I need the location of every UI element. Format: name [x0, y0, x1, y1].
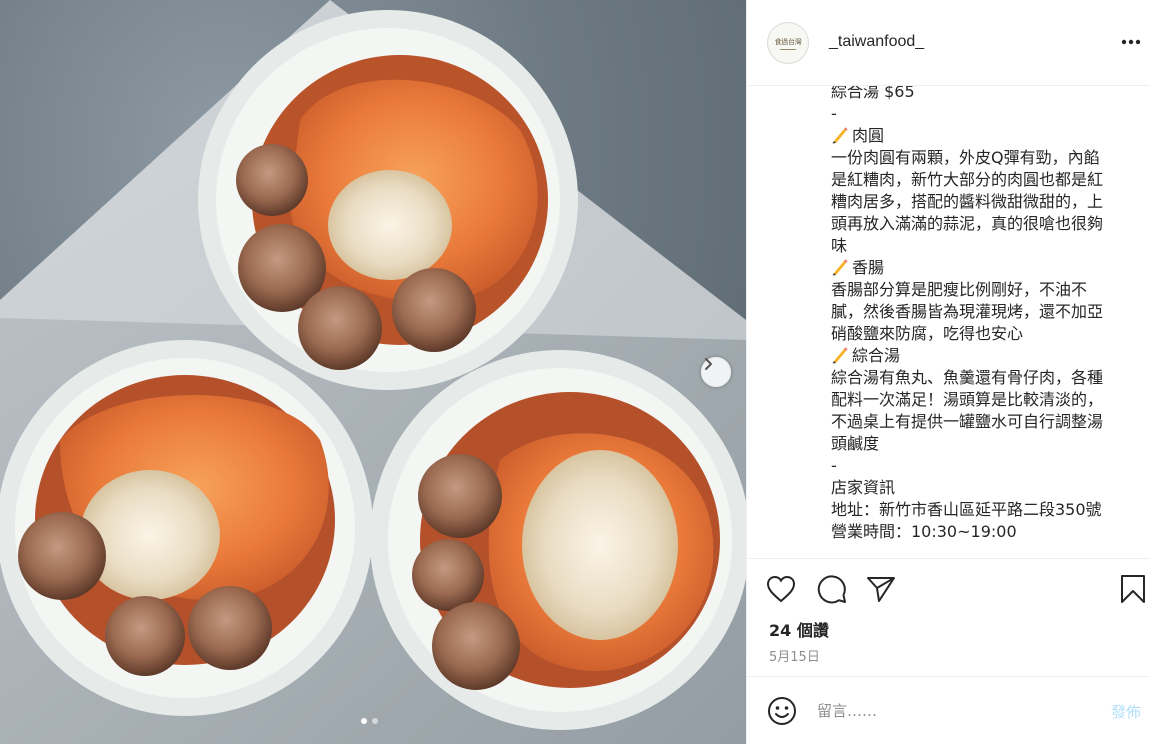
caption-line-text: 綜合湯有魚丸、魚羹還有骨仔肉，各種 — [831, 368, 1104, 387]
caption-line: 配料一次滿足！湯頭算是比較清淡的， — [831, 389, 1127, 411]
post-header: 食過台灣 _taiwanfood_ — [747, 0, 1150, 86]
caption-line: 味 — [831, 235, 1127, 257]
comment-divider — [747, 676, 1150, 677]
caption-line: 頭鹹度 — [831, 433, 1127, 455]
caption-line-text: 香腸 — [852, 258, 885, 277]
pencil-icon — [832, 259, 848, 276]
bowl-right — [370, 350, 746, 730]
caption-line-text: 一份肉圓有兩顆，外皮Q彈有勁，內餡 — [831, 148, 1100, 167]
caption-line: 硝酸鹽來防腐，吃得也安心 — [831, 323, 1127, 345]
caption-line-text: 糟肉居多，搭配的醬料微甜微甜的，上 — [831, 192, 1104, 211]
caption-line: 香腸部分算是肥瘦比例剛好，不油不 — [831, 279, 1127, 301]
caption-line-text: 綜合湯 — [852, 346, 901, 365]
caption-line-text: 配料一次滿足！湯頭算是比較清淡的， — [831, 390, 1104, 409]
caption-line: 糟肉居多，搭配的醬料微甜微甜的，上 — [831, 191, 1127, 213]
emoji-icon — [768, 697, 796, 725]
caption-line-text: 硝酸鹽來防腐，吃得也安心 — [831, 324, 1024, 343]
caption-line-text: 地址：新竹市香山區延平路二段350號 — [831, 500, 1102, 519]
ellipsis-icon — [1121, 39, 1141, 45]
caption-line-text: 肉圓 — [852, 126, 885, 145]
post-side-panel: 食過台灣 _taiwanfood_ 綜合湯 $65- 肉圓 一份肉圓有兩顆，外皮Q彈… — [746, 0, 1150, 744]
actions-divider — [747, 558, 1150, 559]
carousel-indicator — [361, 718, 378, 724]
bookmark-icon — [1121, 575, 1145, 603]
caption-line-text: - — [831, 104, 837, 123]
caption-line: 頭再放入滿滿的蒜泥，真的很嗆也很夠 — [831, 213, 1127, 235]
carousel-next-button[interactable] — [701, 357, 731, 387]
caption-line: 肉圓 — [831, 125, 1127, 147]
caption-line-text: 頭鹹度 — [831, 434, 880, 453]
caption-line-text: 是紅糟肉，新竹大部分的肉圓也都是紅 — [831, 170, 1104, 189]
save-button[interactable] — [1117, 572, 1149, 606]
carousel-dot — [372, 718, 378, 724]
heart-icon — [766, 575, 796, 603]
caption-line: 綜合湯 — [831, 345, 1127, 367]
caption-line-text: 頭再放入滿滿的蒜泥，真的很嗆也很夠 — [831, 214, 1104, 233]
bowl-top — [198, 10, 578, 390]
caption-line: 是紅糟肉，新竹大部分的肉圓也都是紅 — [831, 169, 1127, 191]
post-comment-button[interactable]: 發佈 — [1111, 701, 1141, 722]
chevron-right-icon — [705, 358, 712, 370]
comment-icon — [817, 575, 846, 604]
bowl-left — [0, 340, 373, 716]
more-options-button[interactable] — [1119, 30, 1143, 54]
caption-line-text: 綜合湯 $65 — [831, 86, 915, 101]
caption-line-text: 香腸部分算是肥瘦比例剛好，不油不 — [831, 280, 1088, 299]
avatar-logo-line — [780, 48, 796, 50]
share-button[interactable] — [865, 572, 897, 606]
send-icon — [867, 577, 895, 602]
caption-line-text: 膩，然後香腸皆為現灌現烤，還不加亞 — [831, 302, 1104, 321]
caption-line: - — [831, 455, 1127, 477]
avatar-logo-text: 食過台灣 — [774, 37, 802, 46]
caption-line-text: 營業時間：10:30~19:00 — [831, 522, 1017, 541]
caption-line: 綜合湯 $65 — [831, 86, 1127, 103]
caption-line: 營業時間：10:30~19:00 — [831, 521, 1127, 543]
caption-line: 地址：新竹市香山區延平路二段350號 — [831, 499, 1127, 521]
post-photo[interactable] — [0, 0, 746, 744]
caption-text: 綜合湯 $65- 肉圓 一份肉圓有兩顆，外皮Q彈有勁，內餡 是紅糟肉，新竹大部分的肉圓… — [831, 86, 1127, 543]
comment-input[interactable] — [817, 698, 1087, 724]
post-caption: 綜合湯 $65- 肉圓 一份肉圓有兩顆，外皮Q彈有勁，內餡 是紅糟肉，新竹大部分的肉圓… — [747, 86, 1150, 558]
pencil-icon — [832, 127, 848, 144]
carousel-dot-active — [361, 718, 367, 724]
caption-line: 膩，然後香腸皆為現灌現烤，還不加亞 — [831, 301, 1127, 323]
post-date[interactable]: 5月15日 — [769, 646, 820, 665]
username-link[interactable]: _taiwanfood_ — [829, 33, 924, 51]
caption-line: - — [831, 103, 1127, 125]
caption-line: 綜合湯有魚丸、魚羹還有骨仔肉，各種 — [831, 367, 1127, 389]
like-button[interactable] — [765, 572, 797, 606]
caption-line-text: 不過桌上有提供一罐鹽水可自行調整湯 — [831, 412, 1104, 431]
caption-line: 店家資訊 — [831, 477, 1127, 499]
pencil-icon — [832, 347, 848, 364]
like-count[interactable]: 24 個讚 — [769, 617, 829, 641]
comment-button[interactable] — [816, 572, 848, 606]
caption-line: 香腸 — [831, 257, 1127, 279]
food-photo-illustration — [0, 0, 746, 744]
caption-line: 不過桌上有提供一罐鹽水可自行調整湯 — [831, 411, 1127, 433]
caption-line-text: - — [831, 456, 837, 475]
caption-line-text: 味 — [831, 236, 848, 255]
emoji-button[interactable] — [765, 694, 799, 728]
caption-line: 一份肉圓有兩顆，外皮Q彈有勁，內餡 — [831, 147, 1127, 169]
caption-line-text: 店家資訊 — [831, 478, 896, 497]
avatar[interactable]: 食過台灣 — [767, 22, 809, 64]
